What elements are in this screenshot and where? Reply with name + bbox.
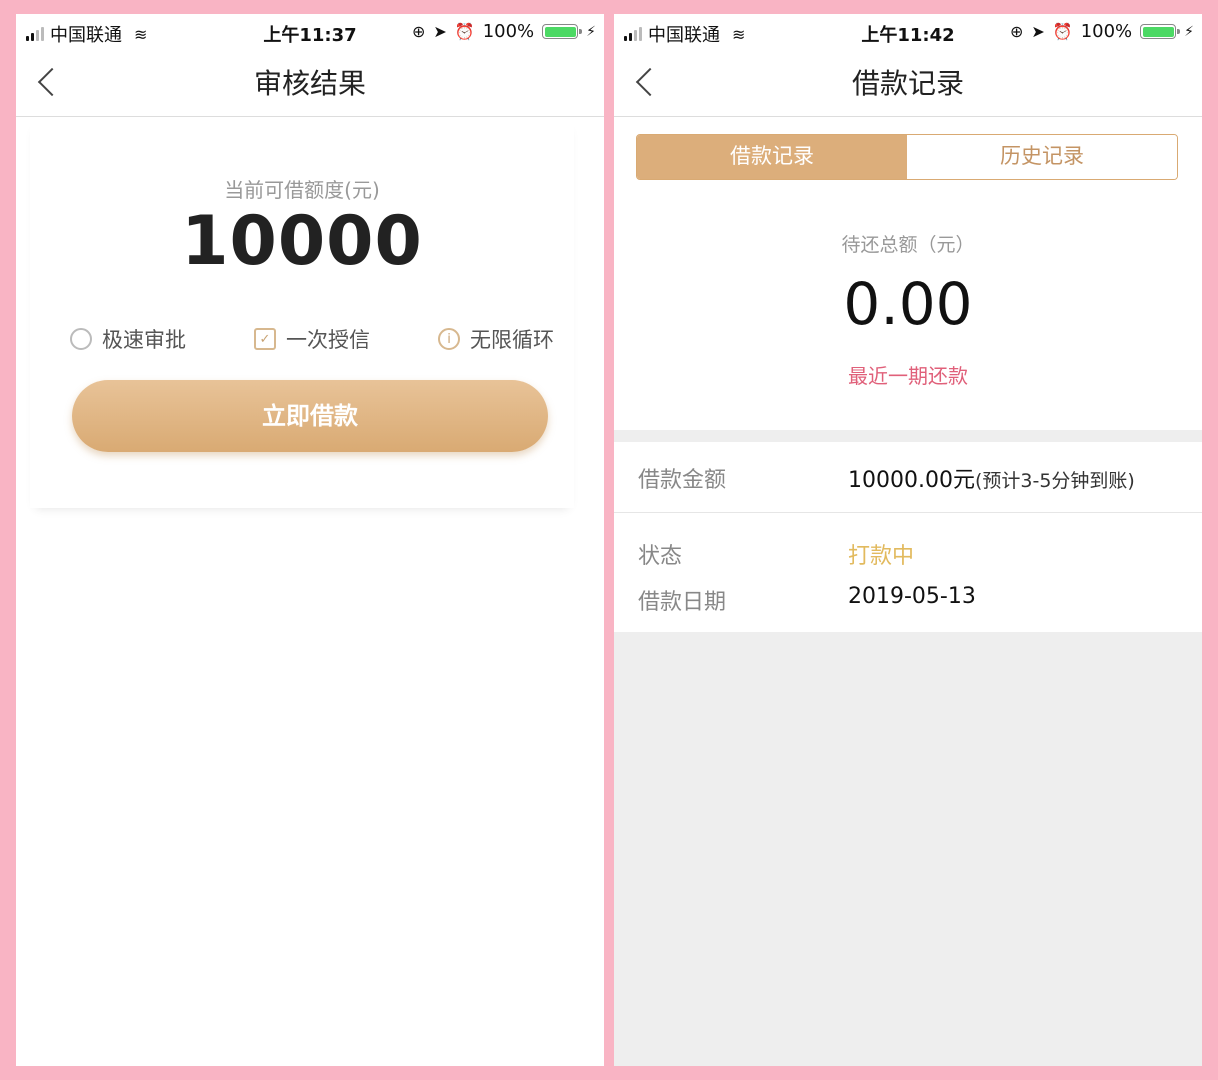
loan-info: 借款金额 10000.00元(预计3-5分钟到账) 状态 打款中 借款日期 20…	[614, 442, 1202, 632]
battery-icon	[1140, 24, 1181, 39]
record-tabs: 借款记录 历史记录	[636, 134, 1178, 180]
orientation-lock-icon: ⊕	[1009, 22, 1024, 41]
feature-label: 极速审批	[102, 328, 186, 352]
location-icon: ➤	[433, 22, 447, 41]
tab-history-records[interactable]: 历史记录	[907, 135, 1177, 179]
status-value: 打款中	[848, 544, 915, 569]
credit-amount: 10000	[181, 202, 423, 281]
loan-amount-value: 10000.00元(预计3-5分钟到账)	[848, 462, 1135, 494]
search-icon	[70, 328, 92, 350]
feature-unlimited-cycle: i 无限循环	[438, 324, 554, 354]
info-icon: i	[438, 328, 460, 350]
orientation-lock-icon: ⊕	[411, 22, 426, 41]
feature-label: 无限循环	[470, 328, 554, 352]
loan-amount-label: 借款金额	[638, 468, 727, 493]
loan-amount: 10000.00元	[848, 468, 975, 493]
right-phone-screen: 中国联通 ≋ 上午11:42 ⊕ ➤ ⏰ 100% ⚡ 借款记录 借款记录 历史…	[614, 14, 1202, 1066]
status-bar: 中国联通 ≋ 上午11:37 ⊕ ➤ ⏰ 100% ⚡	[16, 14, 604, 50]
loan-date-label: 借款日期	[638, 590, 727, 615]
page-title: 借款记录	[851, 67, 964, 100]
feature-one-time-credit: ✓ 一次授信	[254, 324, 370, 354]
alarm-icon: ⏰	[454, 22, 475, 41]
repay-total-label: 待还总额（元）	[841, 234, 975, 256]
credit-card: 当前可借额度(元) 10000 极速审批 ✓ 一次授信 i 无限循环 立即借款	[30, 118, 574, 508]
alarm-icon: ⏰	[1052, 22, 1073, 41]
battery-percent: 100%	[1080, 21, 1133, 42]
feature-label: 一次授信	[286, 328, 370, 352]
charging-icon: ⚡	[1184, 23, 1194, 40]
tab-loan-records[interactable]: 借款记录	[637, 135, 907, 179]
status-bar: 中国联通 ≋ 上午11:42 ⊕ ➤ ⏰ 100% ⚡	[614, 14, 1202, 50]
repay-summary: 待还总额（元） 0.00 最近一期还款	[614, 180, 1202, 430]
check-icon: ✓	[254, 328, 276, 350]
battery-percent: 100%	[482, 21, 535, 42]
page-title: 审核结果	[253, 67, 366, 100]
loan-date-value: 2019-05-13	[848, 584, 976, 609]
status-label: 状态	[638, 544, 683, 569]
nav-bar: 借款记录	[614, 50, 1202, 117]
loan-amount-row: 借款金额 10000.00元(预计3-5分钟到账)	[614, 442, 1202, 513]
arrival-note: (预计3-5分钟到账)	[974, 470, 1135, 492]
location-icon: ➤	[1031, 22, 1045, 41]
feature-list: 极速审批 ✓ 一次授信 i 无限循环	[70, 324, 554, 354]
recent-repayment-link[interactable]: 最近一期还款	[614, 360, 1202, 389]
repay-total-amount: 0.00	[843, 270, 973, 338]
credit-label: 当前可借额度(元)	[224, 178, 380, 202]
battery-icon	[542, 24, 583, 39]
charging-icon: ⚡	[586, 23, 596, 40]
borrow-now-button[interactable]: 立即借款	[72, 380, 548, 452]
feature-fast-approval: 极速审批	[70, 324, 186, 354]
nav-bar: 审核结果	[16, 50, 604, 117]
left-phone-screen: 中国联通 ≋ 上午11:37 ⊕ ➤ ⏰ 100% ⚡ 审核结果 当前可借额度(…	[16, 14, 604, 1066]
